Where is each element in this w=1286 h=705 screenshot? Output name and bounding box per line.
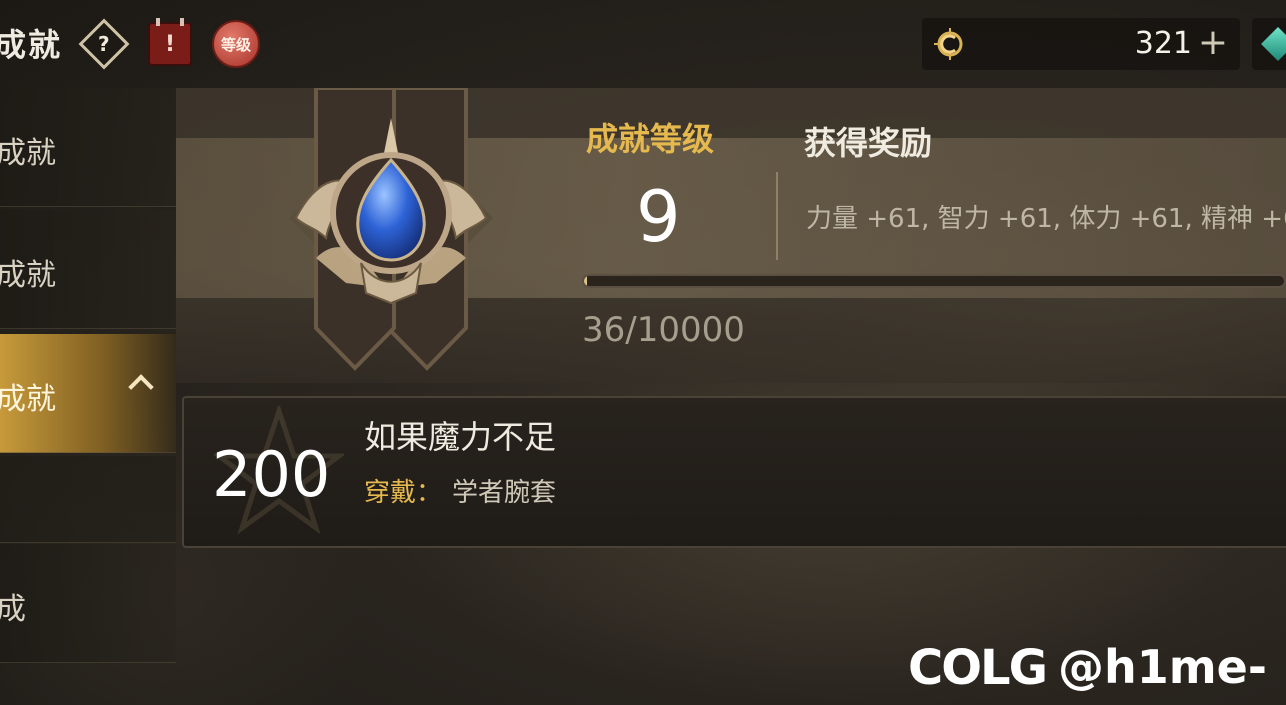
add-currency-button[interactable]: + — [1198, 22, 1228, 63]
watermark: COLG @h1me- — [908, 640, 1278, 700]
sidebar-item-label: 成 — [0, 592, 26, 627]
achievement-points: 200 — [212, 438, 331, 511]
achievement-card[interactable]: 200 如果魔力不足 穿戴： 学者腕套 — [182, 396, 1286, 548]
calendar-icon[interactable]: ! — [146, 18, 194, 68]
level-badge-icon[interactable]: 等级 — [212, 20, 260, 68]
sidebar-subitem[interactable] — [0, 456, 176, 543]
reward-stats: 力量 +61, 智力 +61, 体力 +61, 精神 +6 — [806, 204, 1286, 234]
sidebar-item-label: 成就 — [0, 258, 56, 293]
watermark-logo: COLG — [908, 640, 1048, 696]
progress-text: 36/10000 — [582, 310, 745, 350]
watermark-user: @h1me- — [1058, 640, 1267, 694]
sidebar-item-4[interactable]: 成 — [0, 544, 176, 663]
top-bar: 成就 ? ! 等级 321 + — [0, 0, 1286, 88]
calendar-icon-glyph: ! — [164, 31, 176, 57]
level-badge-text: 等级 — [220, 35, 251, 54]
requirement-label: 穿戴： — [364, 478, 443, 508]
requirement-value: 学者腕套 — [452, 478, 557, 508]
gem-icon — [1261, 27, 1286, 61]
reward-label: 获得奖励 — [804, 124, 933, 162]
achievement-level-banner: 成就等级 9 获得奖励 力量 +61, 智力 +61, 体力 +61, 精神 +… — [176, 88, 1286, 383]
currency-box: 321 + — [922, 18, 1240, 70]
currency-value: 321 — [1134, 26, 1192, 61]
help-icon[interactable]: ? — [78, 18, 130, 70]
sidebar-item-3-active[interactable]: 成就 — [0, 334, 176, 453]
achievement-title: 如果魔力不足 — [364, 418, 557, 456]
sidebar-item-label: 成就 — [0, 136, 56, 171]
sidebar-item-1[interactable]: 成就 — [0, 88, 176, 207]
sidebar-item-label: 成就 — [0, 382, 56, 417]
sidebar: 成就 成就 成就 成 — [0, 88, 176, 705]
coin-icon — [932, 26, 968, 62]
help-icon-glyph: ? — [98, 31, 110, 56]
divider — [776, 172, 778, 260]
chevron-up-icon[interactable] — [128, 374, 154, 400]
achievement-level-value: 9 — [636, 176, 681, 258]
sidebar-item-2[interactable]: 成就 — [0, 210, 176, 329]
progress-bar — [582, 274, 1286, 288]
page-title: 成就 — [0, 26, 63, 64]
emblem-icon — [288, 88, 494, 371]
achievement-level-label: 成就等级 — [586, 120, 715, 158]
gem-currency-box — [1252, 18, 1286, 70]
progress-fill — [584, 276, 587, 286]
